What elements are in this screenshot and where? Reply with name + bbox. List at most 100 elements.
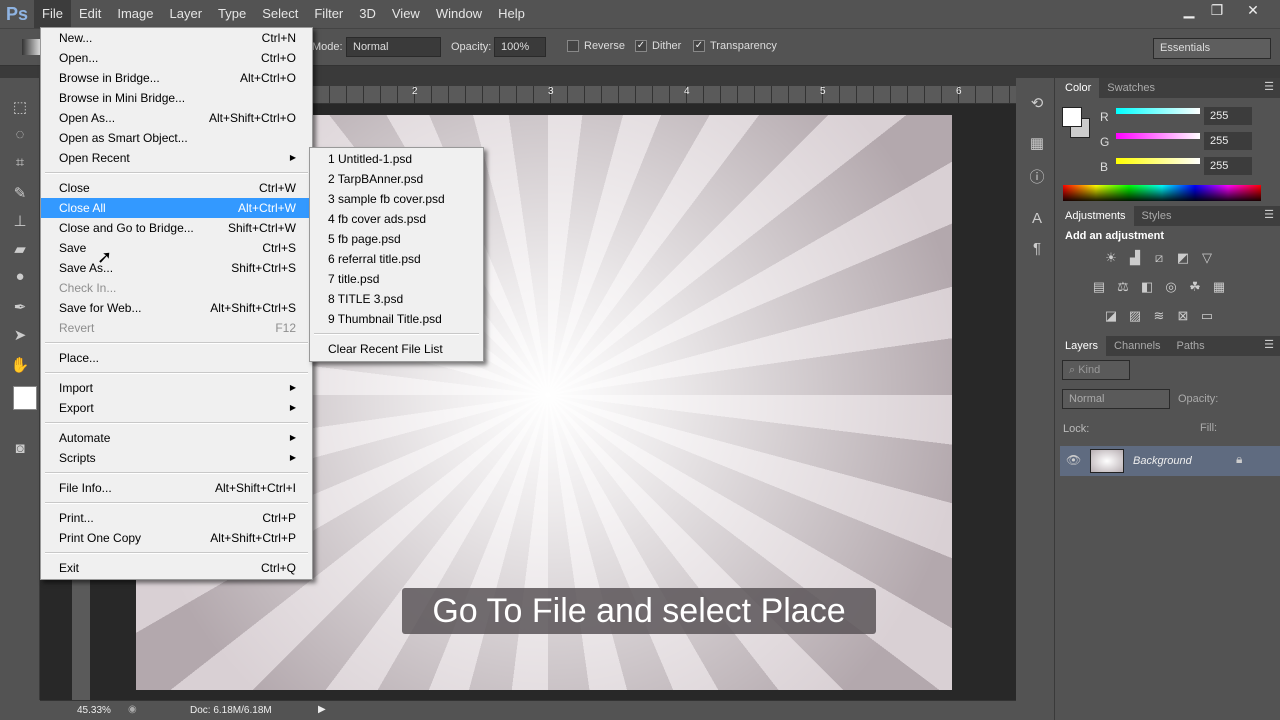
posterize-icon[interactable]: ▨ xyxy=(1126,308,1144,324)
healing-tool-icon[interactable]: ✎ xyxy=(10,184,30,204)
g-value[interactable]: 255 xyxy=(1204,132,1252,150)
menu-window[interactable]: Window xyxy=(428,0,490,28)
path-select-tool-icon[interactable]: ➤ xyxy=(10,326,30,346)
file-menu-item[interactable]: Close Ctrl+W xyxy=(41,178,312,198)
curves-icon[interactable]: ⧄ xyxy=(1150,250,1168,266)
file-menu-item[interactable]: Print One Copy Alt+Shift+Ctrl+P xyxy=(41,528,312,548)
levels-icon[interactable]: ▟ xyxy=(1126,250,1144,266)
foreground-color-chip[interactable] xyxy=(1062,107,1082,127)
menu-layer[interactable]: Layer xyxy=(162,0,211,28)
color-spectrum[interactable] xyxy=(1063,185,1261,201)
file-menu-item[interactable]: Print... Ctrl+P xyxy=(41,508,312,528)
zoom-level[interactable]: 45.33% xyxy=(77,705,111,716)
history-icon[interactable]: ⟲ xyxy=(1027,94,1047,114)
color-lookup-icon[interactable]: ▦ xyxy=(1210,279,1228,295)
panel-menu-icon[interactable]: ☰ xyxy=(1264,338,1274,351)
clear-recent-file-list[interactable]: Clear Recent File List xyxy=(310,339,483,359)
b-slider[interactable] xyxy=(1116,158,1200,164)
foreground-color-swatch[interactable] xyxy=(13,386,37,410)
blur-tool-icon[interactable]: ● xyxy=(10,268,30,288)
file-menu-item[interactable]: Open as Smart Object... xyxy=(41,128,312,148)
file-menu-item[interactable]: New... Ctrl+N xyxy=(41,28,312,48)
marquee-tool-icon[interactable]: ⬚ xyxy=(10,98,30,118)
close-button[interactable]: ✕ xyxy=(1238,2,1268,22)
file-menu-item[interactable]: Revert F12 xyxy=(41,318,312,338)
workspace-select[interactable]: Essentials xyxy=(1153,38,1271,59)
recent-file-item[interactable]: 7 title.psd xyxy=(310,269,483,289)
layer-row-background[interactable]: 👁 Background 🔒︎ xyxy=(1060,446,1280,476)
lasso-tool-icon[interactable]: ◌ xyxy=(10,126,30,146)
file-menu-item[interactable]: Check In... xyxy=(41,278,312,298)
channel-mixer-icon[interactable]: ☘ xyxy=(1186,279,1204,295)
tab-adjustments[interactable]: Adjustments xyxy=(1057,206,1134,226)
transparency-checkbox[interactable]: ✓ Transparency xyxy=(693,40,777,53)
menu-filter[interactable]: Filter xyxy=(306,0,351,28)
visibility-eye-icon[interactable]: 👁 xyxy=(1066,453,1081,467)
vibrance-icon[interactable]: ▽ xyxy=(1198,250,1216,266)
menu-select[interactable]: Select xyxy=(254,0,306,28)
file-menu-item[interactable]: Save for Web... Alt+Shift+Ctrl+S xyxy=(41,298,312,318)
menu-type[interactable]: Type xyxy=(210,0,254,28)
file-menu-item[interactable]: Save As... Shift+Ctrl+S xyxy=(41,258,312,278)
r-value[interactable]: 255 xyxy=(1204,107,1252,125)
eraser-tool-icon[interactable]: ▰ xyxy=(10,240,30,260)
file-menu-item[interactable]: Close All Alt+Ctrl+W xyxy=(41,198,312,218)
mode-select[interactable]: Normal xyxy=(346,37,441,57)
exposure-icon[interactable]: ◩ xyxy=(1174,250,1192,266)
tab-swatches[interactable]: Swatches xyxy=(1099,78,1163,98)
crop-tool-icon[interactable]: ⌗ xyxy=(10,154,30,174)
menu-edit[interactable]: Edit xyxy=(71,0,109,28)
restore-button[interactable]: ❐ xyxy=(1202,2,1232,22)
threshold-icon[interactable]: ≋ xyxy=(1150,308,1168,324)
file-menu-item[interactable]: Export ▶ xyxy=(41,398,312,418)
photo-filter-icon[interactable]: ◎ xyxy=(1162,279,1180,295)
file-menu-item[interactable]: Browse in Mini Bridge... xyxy=(41,88,312,108)
g-slider[interactable] xyxy=(1116,133,1200,139)
invert-icon[interactable]: ◪ xyxy=(1102,308,1120,324)
character-icon[interactable]: A xyxy=(1027,210,1047,230)
tab-channels[interactable]: Channels xyxy=(1106,336,1168,356)
pen-tool-icon[interactable]: ✒ xyxy=(10,298,30,318)
recent-file-item[interactable]: 9 Thumbnail Title.psd xyxy=(310,309,483,329)
gradient-map-icon[interactable]: ▭ xyxy=(1198,308,1216,324)
brightness-icon[interactable]: ☀ xyxy=(1102,250,1120,266)
stamp-tool-icon[interactable]: ⊥ xyxy=(10,212,30,232)
menu-image[interactable]: Image xyxy=(109,0,161,28)
recent-file-item[interactable]: 3 sample fb cover.psd xyxy=(310,189,483,209)
quick-mask-icon[interactable]: ◙ xyxy=(10,440,30,460)
recent-file-item[interactable]: 4 fb cover ads.psd xyxy=(310,209,483,229)
r-slider[interactable] xyxy=(1116,108,1200,114)
panel-menu-icon[interactable]: ☰ xyxy=(1264,80,1274,93)
file-menu-item[interactable]: Close and Go to Bridge... Shift+Ctrl+W xyxy=(41,218,312,238)
gradient-preview[interactable] xyxy=(22,39,42,55)
recent-file-item[interactable]: 8 TITLE 3.psd xyxy=(310,289,483,309)
selective-color-icon[interactable]: ⊠ xyxy=(1174,308,1192,324)
file-menu-item[interactable]: Scripts ▶ xyxy=(41,448,312,468)
layer-filter-select[interactable]: ⌕ Kind xyxy=(1062,360,1130,380)
info-icon[interactable]: ⓘ xyxy=(1027,166,1047,186)
file-menu-item[interactable]: Save Ctrl+S xyxy=(41,238,312,258)
color-balance-icon[interactable]: ⚖ xyxy=(1114,279,1132,295)
file-menu-item[interactable]: Place... xyxy=(41,348,312,368)
dither-checkbox[interactable]: ✓ Dither xyxy=(635,40,681,53)
blend-mode-select[interactable]: Normal xyxy=(1062,389,1170,409)
reverse-checkbox[interactable]: Reverse xyxy=(567,40,625,53)
menu-view[interactable]: View xyxy=(384,0,428,28)
menu-help[interactable]: Help xyxy=(490,0,533,28)
b-value[interactable]: 255 xyxy=(1204,157,1252,175)
file-menu-item[interactable]: Open As... Alt+Shift+Ctrl+O xyxy=(41,108,312,128)
black-white-icon[interactable]: ◧ xyxy=(1138,279,1156,295)
hue-saturation-icon[interactable]: ▤ xyxy=(1090,279,1108,295)
recent-file-item[interactable]: 5 fb page.psd xyxy=(310,229,483,249)
layer-name[interactable]: Background xyxy=(1133,455,1192,467)
file-menu-item[interactable]: Browse in Bridge... Alt+Ctrl+O xyxy=(41,68,312,88)
paragraph-icon[interactable]: ¶ xyxy=(1027,240,1047,260)
file-menu-item[interactable]: Automate ▶ xyxy=(41,428,312,448)
file-menu-item[interactable]: File Info... Alt+Shift+Ctrl+I xyxy=(41,478,312,498)
tab-styles[interactable]: Styles xyxy=(1134,206,1180,226)
hand-tool-icon[interactable]: ✋ xyxy=(10,356,30,376)
file-menu-item[interactable]: Import ▶ xyxy=(41,378,312,398)
file-menu-item[interactable]: Open... Ctrl+O xyxy=(41,48,312,68)
file-menu-item[interactable]: Open Recent ▶ xyxy=(41,148,312,168)
panel-menu-icon[interactable]: ☰ xyxy=(1264,208,1274,221)
